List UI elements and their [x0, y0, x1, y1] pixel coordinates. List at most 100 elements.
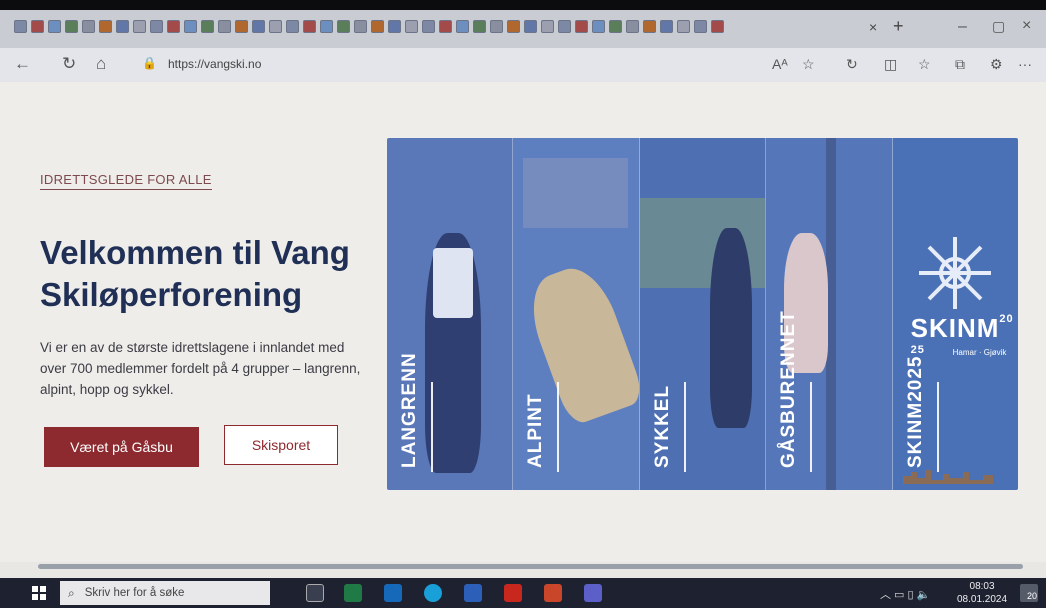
tab-favicon-icon[interactable] — [371, 20, 384, 33]
tab-favicon-icon[interactable] — [575, 20, 588, 33]
tab-favicon-icon[interactable] — [218, 20, 231, 33]
refresh-icon[interactable]: ↻ — [62, 54, 76, 74]
tab-favicon-icon[interactable] — [48, 20, 61, 33]
panel-label-sykkel: SYKKEL — [651, 384, 673, 468]
search-placeholder: Skriv her for å søke — [84, 587, 185, 599]
tab-favicon-icon[interactable] — [235, 20, 248, 33]
tab-favicon-icon[interactable] — [150, 20, 163, 33]
notification-center-icon[interactable]: 20 — [1020, 584, 1038, 602]
eyebrow-text: IDRETTSGLEDE FOR ALLE — [40, 172, 212, 190]
tab-favicon-icon[interactable] — [320, 20, 333, 33]
tab-favicon-icon[interactable] — [660, 20, 673, 33]
skyline-icon — [902, 470, 993, 484]
ski-trails-button[interactable]: Skisporet — [224, 425, 338, 465]
tab-favicon-icon[interactable] — [269, 20, 282, 33]
webpage: IDRETTSGLEDE FOR ALLE Velkommen til Vang… — [0, 82, 1046, 562]
tab-favicon-icon[interactable] — [337, 20, 350, 33]
tab-favicon-icon[interactable] — [558, 20, 571, 33]
tab-favicon-icon[interactable] — [201, 20, 214, 33]
lock-icon: 🔒 — [142, 56, 157, 70]
task-view-icon[interactable] — [306, 584, 324, 602]
search-icon: ⌕ — [68, 585, 75, 600]
panel-gasburennet[interactable]: GÅSBURENNET — [766, 138, 893, 490]
tab-favicon-icon[interactable] — [541, 20, 554, 33]
favorites-list-icon[interactable]: ☆ — [918, 56, 931, 73]
tab-favicon-icon[interactable] — [133, 20, 146, 33]
tab-favicon-icon[interactable] — [643, 20, 656, 33]
panel-label-skinm2025: SKINM2025 — [904, 355, 926, 469]
tab-favicon-icon[interactable] — [439, 20, 452, 33]
tab-favicon-icon[interactable] — [694, 20, 707, 33]
outlook-icon[interactable] — [384, 584, 402, 602]
collections-icon[interactable]: ⧉ — [955, 56, 965, 73]
clock-time: 08:03 — [969, 581, 995, 592]
word-icon[interactable] — [464, 584, 482, 602]
tab-favicon-icon[interactable] — [405, 20, 418, 33]
tab-favicon-icon[interactable] — [507, 20, 520, 33]
teams-icon[interactable] — [584, 584, 602, 602]
windows-taskbar: ⌕ Skriv her for å søke ︿ ▭ ▯ 🔈 08:03 08.… — [0, 578, 1046, 608]
tab-favicon-icon[interactable] — [388, 20, 401, 33]
read-aloud-icon[interactable]: Aᴬ — [772, 56, 788, 72]
tab-strip: × + – ▢ × — [0, 0, 1046, 48]
intro-text: Vi er en av de største idrettslagene i i… — [40, 340, 361, 397]
panel-skinm2025[interactable]: SKINM20 25 Hamar · Gjøvik SKINM2025 — [892, 138, 1018, 490]
windows-start-icon[interactable] — [32, 586, 46, 600]
tab-favicon-icon[interactable] — [626, 20, 639, 33]
tab-favicon-icon[interactable] — [65, 20, 78, 33]
url-field[interactable]: 🔒 https://vangski.no — [130, 54, 850, 76]
tab-favicon-icon[interactable] — [609, 20, 622, 33]
panel-sykkel[interactable]: SYKKEL — [639, 138, 767, 490]
url-text: https://vangski.no — [168, 57, 262, 71]
tab-close-button[interactable]: × — [869, 19, 877, 35]
favorite-star-icon[interactable]: ☆ — [802, 56, 815, 73]
powerpoint-icon[interactable] — [544, 584, 562, 602]
tab-favicon-icon[interactable] — [99, 20, 112, 33]
new-tab-button[interactable]: + — [893, 16, 904, 37]
tab-favicon-icon[interactable] — [490, 20, 503, 33]
tab-favicon-icon[interactable] — [456, 20, 469, 33]
refresh-page-icon[interactable]: ↻ — [846, 56, 858, 73]
taskbar-clock[interactable]: 08:03 08.01.2024 — [957, 581, 1007, 606]
tab-favicon-icon[interactable] — [592, 20, 605, 33]
panel-alpint[interactable]: ALPINT — [513, 138, 640, 490]
panel-langrenn[interactable]: LANGRENN — [387, 138, 514, 490]
extensions-icon[interactable]: ⚙ — [990, 56, 1003, 73]
tab-favicon-icon[interactable] — [14, 20, 27, 33]
address-bar: ← ↻ ⌂ 🔒 https://vangski.no Aᴬ ☆ ↻ ◫ ☆ ⧉ … — [0, 48, 1046, 82]
taskbar-search-box[interactable]: ⌕ Skriv her for å søke — [60, 581, 270, 605]
tab-favicon-icon[interactable] — [184, 20, 197, 33]
home-icon[interactable]: ⌂ — [96, 54, 106, 74]
tab-favicon-icon[interactable] — [422, 20, 435, 33]
maximize-button[interactable]: ▢ — [992, 18, 1005, 35]
minimize-button[interactable]: – — [958, 18, 967, 36]
group-mosaic: LANGRENN ALPINT SYKKEL GÅSBURENNET SKINM… — [387, 138, 1018, 490]
screen: × + – ▢ × ← ↻ ⌂ 🔒 https://vangski.no Aᴬ … — [0, 0, 1046, 608]
tab-favicon-icon[interactable] — [82, 20, 95, 33]
split-screen-icon[interactable]: ◫ — [884, 56, 897, 73]
edge-icon[interactable] — [424, 584, 442, 602]
tab-favicon-icon[interactable] — [354, 20, 367, 33]
monitor-bezel — [0, 0, 1046, 10]
acrobat-icon[interactable] — [504, 584, 522, 602]
back-icon[interactable]: ← — [14, 54, 31, 74]
tab-favicon-icon[interactable] — [677, 20, 690, 33]
tab-favicon-icon[interactable] — [473, 20, 486, 33]
tab-favicon-icon[interactable] — [286, 20, 299, 33]
tab-favicon-icon[interactable] — [31, 20, 44, 33]
system-tray-icons[interactable]: ︿ ▭ ▯ 🔈 — [880, 586, 930, 602]
tab-favicon-icon[interactable] — [711, 20, 724, 33]
horizontal-scrollbar[interactable] — [38, 564, 1023, 569]
panel-label-langrenn: LANGRENN — [399, 352, 420, 468]
excel-icon[interactable] — [344, 584, 362, 602]
tab-favicons — [14, 20, 724, 33]
tab-favicon-icon[interactable] — [524, 20, 537, 33]
window-close-button[interactable]: × — [1022, 17, 1031, 35]
tab-favicon-icon[interactable] — [252, 20, 265, 33]
more-menu-icon[interactable]: ··· — [1018, 56, 1032, 72]
tab-favicon-icon[interactable] — [303, 20, 316, 33]
tab-favicon-icon[interactable] — [116, 20, 129, 33]
tab-favicon-icon[interactable] — [167, 20, 180, 33]
page-title: Velkommen til Vang Skiløperforening — [40, 234, 350, 314]
weather-gasbu-button[interactable]: Været på Gåsbu — [44, 427, 199, 467]
